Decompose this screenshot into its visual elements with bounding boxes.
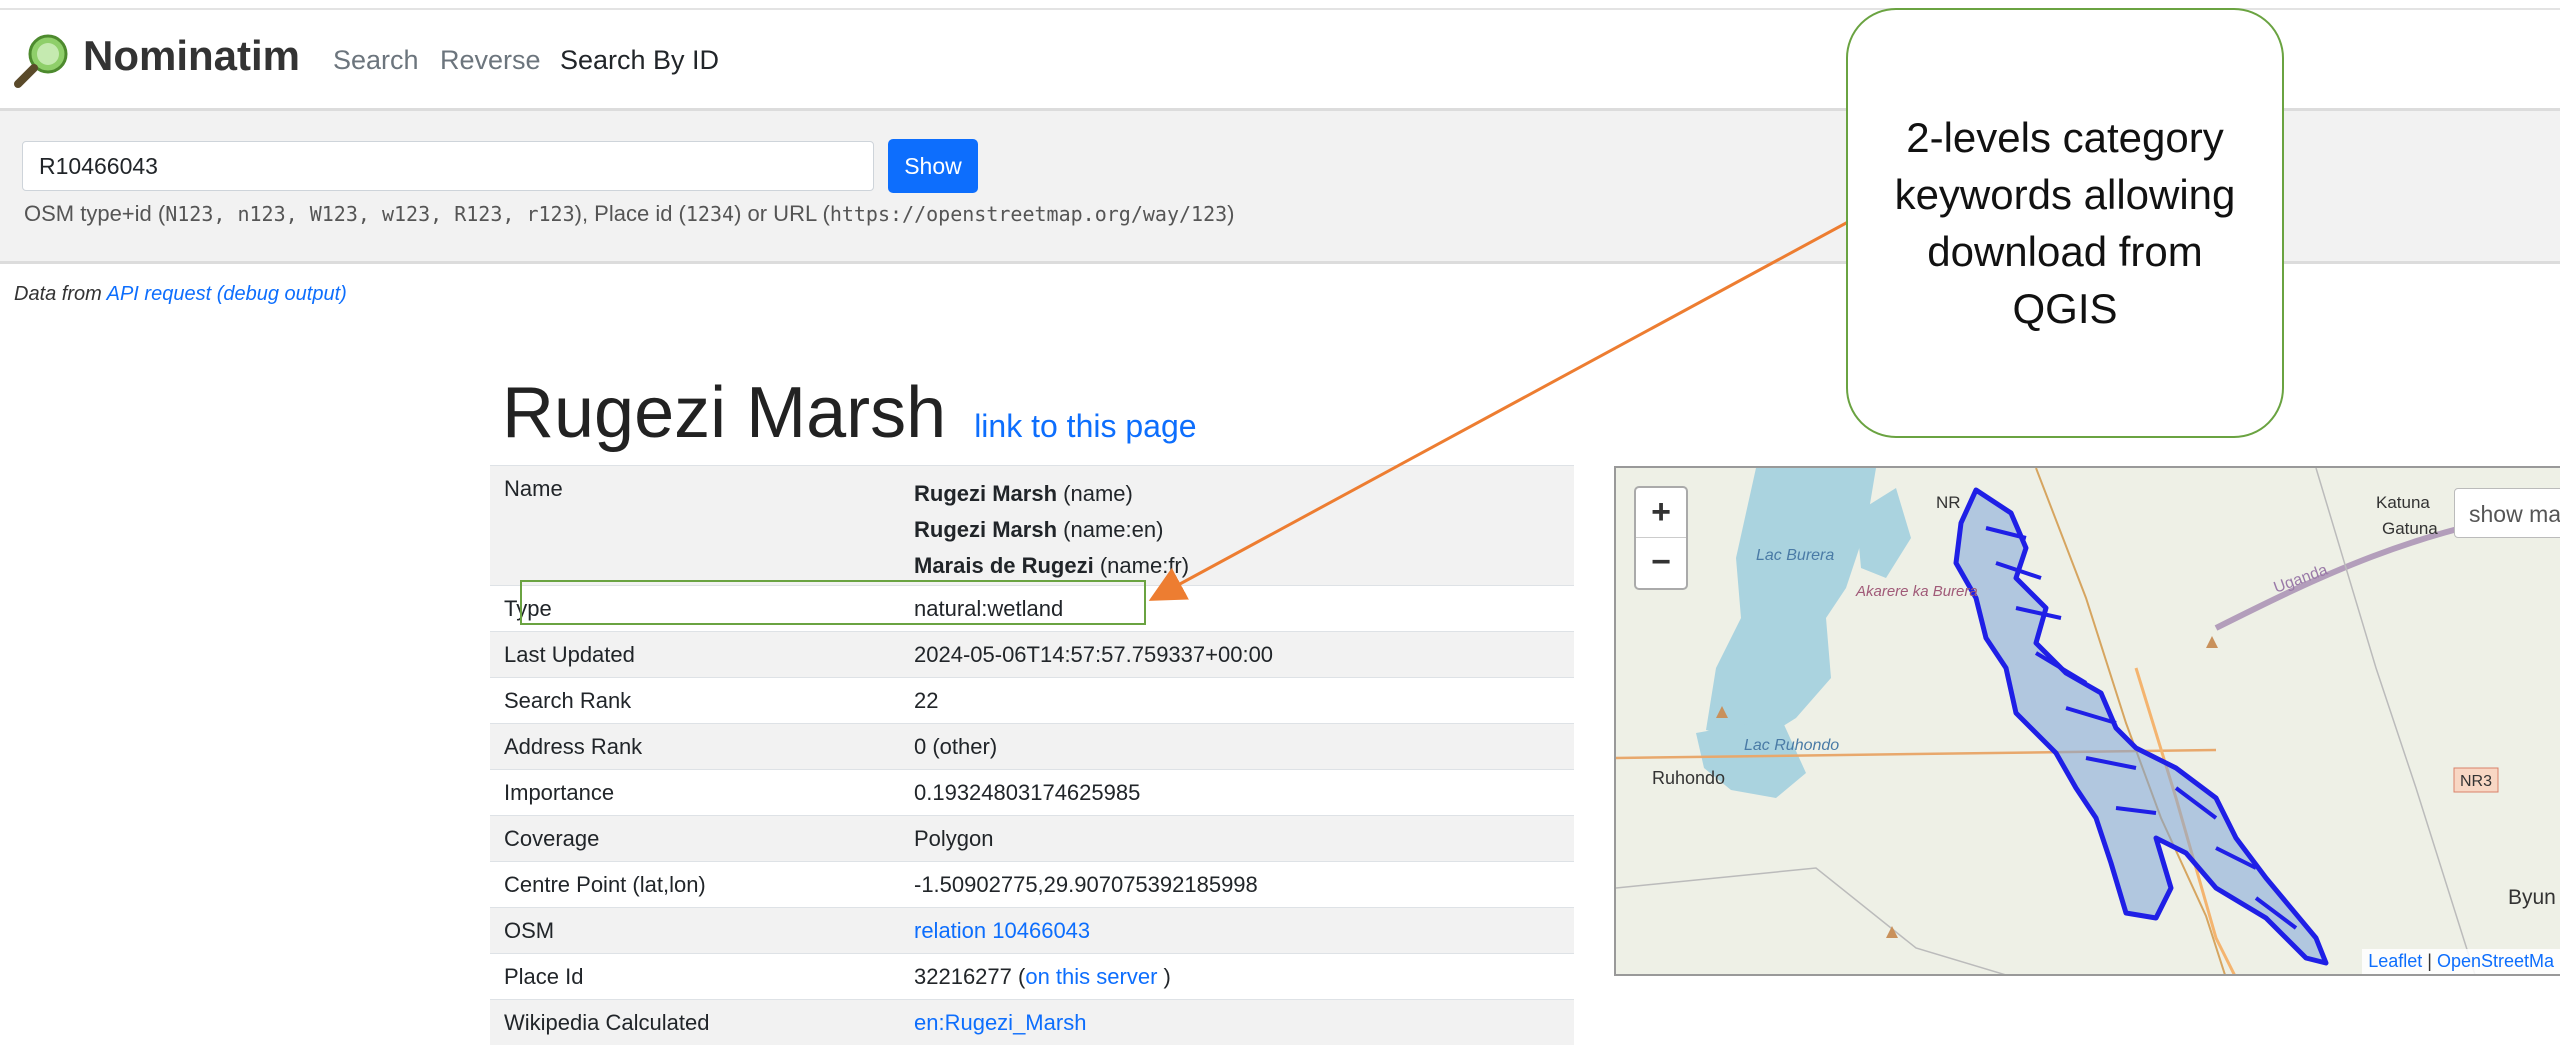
- table-row: Search Rank22: [490, 678, 1574, 724]
- map-label: Katuna: [2376, 493, 2430, 512]
- show-map-button[interactable]: show ma: [2454, 488, 2560, 538]
- table-row: OSM relation 10466043: [490, 908, 1574, 954]
- table-row: Typenatural:wetland: [490, 586, 1574, 632]
- zoom-out-button[interactable]: −: [1636, 538, 1686, 587]
- map-label: Lac Burera: [1756, 547, 1834, 564]
- table-row: Place Id32216277 (on this server ): [490, 954, 1574, 1000]
- detail-key: Type: [490, 586, 900, 632]
- detail-value: 0.19324803174625985: [900, 770, 1574, 816]
- table-row: Wikipedia Calculated en:Rugezi_Marsh: [490, 1000, 1574, 1045]
- details-table: Name Rugezi Marsh (name) Rugezi Marsh (n…: [490, 465, 1574, 1045]
- detail-key: Wikipedia Calculated: [490, 1000, 900, 1045]
- nav-search[interactable]: Search: [333, 45, 419, 76]
- table-row: Last Updated2024-05-06T14:57:57.759337+0…: [490, 632, 1574, 678]
- osm-relation-link[interactable]: relation 10466043: [914, 918, 1090, 943]
- debug-output-link[interactable]: (debug output): [217, 283, 347, 305]
- name-list: Rugezi Marsh (name) Rugezi Marsh (name:e…: [900, 466, 1574, 586]
- map-label: Akarere ka Burera: [1855, 583, 1978, 600]
- table-row: Name Rugezi Marsh (name) Rugezi Marsh (n…: [490, 466, 1574, 586]
- map-label: Lac Ruhondo: [1744, 737, 1839, 754]
- map-attribution: Leaflet | OpenStreetMa: [2362, 949, 2560, 974]
- zoom-control: + −: [1634, 486, 1688, 590]
- detail-key: Last Updated: [490, 632, 900, 678]
- on-this-server-link[interactable]: on this server: [1025, 964, 1157, 989]
- detail-key: OSM: [490, 908, 900, 954]
- annotation-callout: 2-levels category keywords allowing down…: [1846, 8, 2284, 438]
- data-source-line: Data from API request (debug output): [14, 283, 347, 306]
- detail-key: Address Rank: [490, 724, 900, 770]
- search-help-text: OSM type+id (N123, n123, W123, w123, R12…: [24, 201, 1235, 227]
- map-label: Ruhondo: [1652, 768, 1725, 788]
- table-row: CoveragePolygon: [490, 816, 1574, 862]
- detail-key: Importance: [490, 770, 900, 816]
- detail-value: natural:wetland: [900, 586, 1574, 632]
- zoom-in-button[interactable]: +: [1636, 488, 1686, 538]
- nav-search-by-id[interactable]: Search By ID: [560, 45, 719, 76]
- detail-value: 0 (other): [900, 724, 1574, 770]
- map-label: NR3: [2460, 773, 2492, 790]
- detail-key: Place Id: [490, 954, 900, 1000]
- detail-key: Search Rank: [490, 678, 900, 724]
- api-request-link[interactable]: API request: [107, 283, 212, 305]
- detail-value: 2024-05-06T14:57:57.759337+00:00: [900, 632, 1574, 678]
- map-label: Gatuna: [2382, 519, 2438, 538]
- show-button[interactable]: Show: [888, 139, 978, 193]
- page-title: Rugezi Marsh link to this page: [502, 372, 1197, 454]
- map-label: NR: [1936, 493, 1961, 512]
- link-to-page[interactable]: link to this page: [974, 408, 1196, 444]
- detail-key: Centre Point (lat,lon): [490, 862, 900, 908]
- osm-attribution-link[interactable]: OpenStreetMa: [2437, 951, 2554, 971]
- detail-key: Name: [490, 466, 900, 586]
- table-row: Importance0.19324803174625985: [490, 770, 1574, 816]
- detail-value: 22: [900, 678, 1574, 724]
- search-input[interactable]: [22, 141, 874, 191]
- map-view[interactable]: NR Lac Burera Akarere ka Burera Uganda K…: [1614, 466, 2560, 976]
- detail-value: -1.50902775,29.907075392185998: [900, 862, 1574, 908]
- detail-key: Coverage: [490, 816, 900, 862]
- magnifier-logo-icon[interactable]: [12, 32, 70, 90]
- table-row: Centre Point (lat,lon)-1.50902775,29.907…: [490, 862, 1574, 908]
- wikipedia-link[interactable]: en:Rugezi_Marsh: [914, 1010, 1086, 1035]
- map-label: Byun: [2508, 886, 2556, 909]
- table-row: Address Rank0 (other): [490, 724, 1574, 770]
- nav-reverse[interactable]: Reverse: [440, 45, 541, 76]
- leaflet-link[interactable]: Leaflet: [2368, 951, 2422, 971]
- detail-value: 32216277 (on this server ): [900, 954, 1574, 1000]
- brand-name[interactable]: Nominatim: [83, 32, 300, 80]
- map-canvas[interactable]: NR Lac Burera Akarere ka Burera Uganda K…: [1616, 468, 2560, 976]
- detail-value: Polygon: [900, 816, 1574, 862]
